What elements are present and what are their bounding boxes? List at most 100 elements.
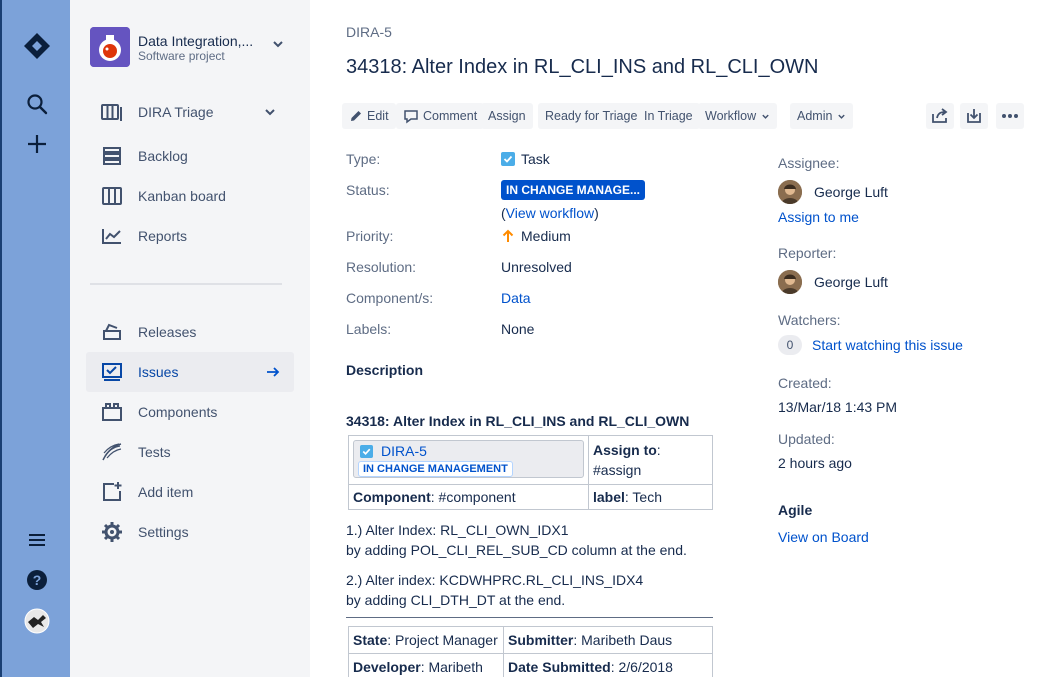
agile-heading: Agile	[778, 502, 813, 518]
profile-avatar[interactable]	[2, 607, 72, 635]
label-cell: label: Tech	[588, 484, 713, 510]
project-header[interactable]: Data Integration,... Software project	[90, 27, 290, 69]
jira-logo-icon[interactable]	[2, 30, 72, 62]
submitter-label: Submitter	[508, 632, 574, 648]
task-icon	[501, 152, 515, 166]
type-value[interactable]: Task	[501, 151, 550, 167]
chevron-down-icon	[762, 114, 769, 119]
issues-icon	[86, 362, 138, 382]
admin-label: Admin	[797, 109, 833, 123]
issue-card[interactable]: DIRA-5 IN CHANGE MANAGEMENT	[353, 440, 584, 478]
assignee-label: Assignee:	[778, 155, 840, 171]
edit-button[interactable]: Edit	[342, 103, 396, 129]
sidebar-item-tests[interactable]: Tests	[86, 432, 294, 472]
state-cell: State: Project Manager	[348, 626, 504, 654]
sidebar-item-reports[interactable]: Reports	[86, 216, 294, 256]
developer-cell: Developer: Maribeth	[348, 653, 504, 677]
board-icon	[86, 187, 138, 205]
assign-to-cell: Assign to: #assign	[588, 435, 713, 485]
resolution-value: Unresolved	[501, 259, 572, 275]
labels-label: Labels:	[346, 321, 392, 337]
menu-icon[interactable]	[2, 528, 72, 552]
sidebar-item-settings[interactable]: Settings	[86, 512, 294, 552]
chevron-down-icon[interactable]	[272, 37, 284, 53]
labels-value[interactable]: None	[501, 321, 534, 337]
start-watching-link[interactable]: Start watching this issue	[812, 337, 963, 353]
component-cell: Component: #component	[348, 484, 589, 510]
developer-label: Developer	[353, 659, 421, 675]
submitter-cell: Submitter: Maribeth Daus	[503, 626, 713, 654]
view-workflow-link[interactable]: View workflow	[506, 205, 594, 221]
components-value-link[interactable]: Data	[501, 290, 531, 306]
workflow-label: Workflow	[705, 109, 757, 123]
issue-card-cell: DIRA-5 IN CHANGE MANAGEMENT	[348, 435, 589, 485]
arrow-right-icon	[266, 365, 280, 382]
date-submitted-cell: Date Submitted: 2/6/2018	[503, 653, 713, 677]
sidebar-item-add-item[interactable]: Add item	[86, 472, 294, 512]
state-value: : Project Manager	[387, 632, 498, 648]
created-value: 13/Mar/18 1:43 PM	[778, 399, 898, 415]
assign-button[interactable]: Assign	[481, 103, 533, 129]
more-actions-button[interactable]	[996, 103, 1024, 129]
project-sidebar: Data Integration,... Software project DI…	[70, 0, 310, 677]
sidebar-item-label: Components	[138, 404, 218, 420]
svg-text:?: ?	[33, 572, 42, 588]
ready-for-triage-button[interactable]: Ready for Triage	[538, 103, 645, 129]
type-text: Task	[521, 151, 550, 167]
search-icon[interactable]	[2, 90, 72, 118]
reporter-value[interactable]: George Luft	[778, 270, 888, 294]
date-submitted-value: : 2/6/2018	[610, 659, 673, 675]
view-workflow-wrapper: (View workflow)	[501, 205, 599, 221]
priority-label: Priority:	[346, 228, 394, 244]
sidebar-item-label: Add item	[138, 484, 194, 500]
component-value: : #component	[430, 489, 516, 505]
issue-key-breadcrumb[interactable]: DIRA-5	[346, 24, 392, 40]
state-label: State	[353, 632, 388, 648]
status-value[interactable]: IN CHANGE MANAGE...	[501, 180, 646, 200]
board-selector[interactable]: DIRA Triage	[86, 92, 294, 132]
watch-count-badge: 0	[778, 335, 802, 355]
issue-view: DIRA-5 34318: Alter Index in RL_CLI_INS …	[310, 0, 1048, 677]
submitter-value: : Maribeth Daus	[573, 632, 673, 648]
edit-label: Edit	[367, 109, 389, 123]
sidebar-item-components[interactable]: Components	[86, 392, 294, 432]
admin-dropdown[interactable]: Admin	[790, 103, 854, 129]
in-triage-button[interactable]: In Triage	[637, 103, 700, 129]
sidebar-item-label: Settings	[138, 524, 189, 540]
pencil-icon	[351, 111, 361, 121]
board-name: DIRA Triage	[138, 104, 214, 120]
resolution-label: Resolution:	[346, 259, 417, 275]
workflow-dropdown[interactable]: Workflow	[698, 103, 778, 129]
assignee-value[interactable]: George Luft	[778, 180, 888, 204]
step-2: 2.) Alter index: KCDWHPRC.RL_CLI_INS_IDX…	[346, 570, 643, 610]
card-key-link[interactable]: DIRA-5	[381, 443, 427, 459]
sidebar-divider	[90, 283, 282, 285]
sidebar-item-releases[interactable]: Releases	[86, 312, 294, 352]
priority-value[interactable]: Medium	[501, 228, 571, 244]
comment-label: Comment	[423, 109, 478, 123]
chevron-down-icon	[838, 114, 846, 119]
comment-icon	[404, 109, 418, 123]
export-button[interactable]	[960, 103, 988, 129]
create-icon[interactable]	[2, 130, 72, 158]
share-button[interactable]	[926, 103, 954, 129]
assign-to-me-link[interactable]: Assign to me	[778, 209, 859, 225]
sidebar-item-kanban-board[interactable]: Kanban board	[86, 176, 294, 216]
help-icon[interactable]: ?	[2, 568, 72, 592]
ready-for-triage-label: Ready for Triage	[545, 109, 638, 123]
assign-to-label: Assign to	[593, 442, 657, 458]
step-1: 1.) Alter Index: RL_CLI_OWN_IDX1 by addi…	[346, 520, 687, 560]
horizontal-rule	[346, 617, 713, 618]
task-icon	[360, 444, 373, 458]
comment-button[interactable]: Comment	[396, 103, 485, 129]
sidebar-item-backlog[interactable]: Backlog	[86, 136, 294, 176]
status-lozenge[interactable]: IN CHANGE MANAGE...	[501, 180, 646, 200]
step-2-line-2: by adding CLI_DTH_DT at the end.	[346, 592, 566, 608]
description-table: DIRA-5 IN CHANGE MANAGEMENT Assign to: #…	[348, 435, 713, 510]
project-name: Data Integration,...	[138, 33, 254, 49]
sidebar-item-issues[interactable]: Issues	[86, 352, 294, 392]
sidebar-item-label: Releases	[138, 324, 197, 340]
priority-medium-icon	[502, 229, 514, 242]
view-on-board-link[interactable]: View on Board	[778, 529, 869, 545]
paren-close: )	[594, 205, 599, 221]
